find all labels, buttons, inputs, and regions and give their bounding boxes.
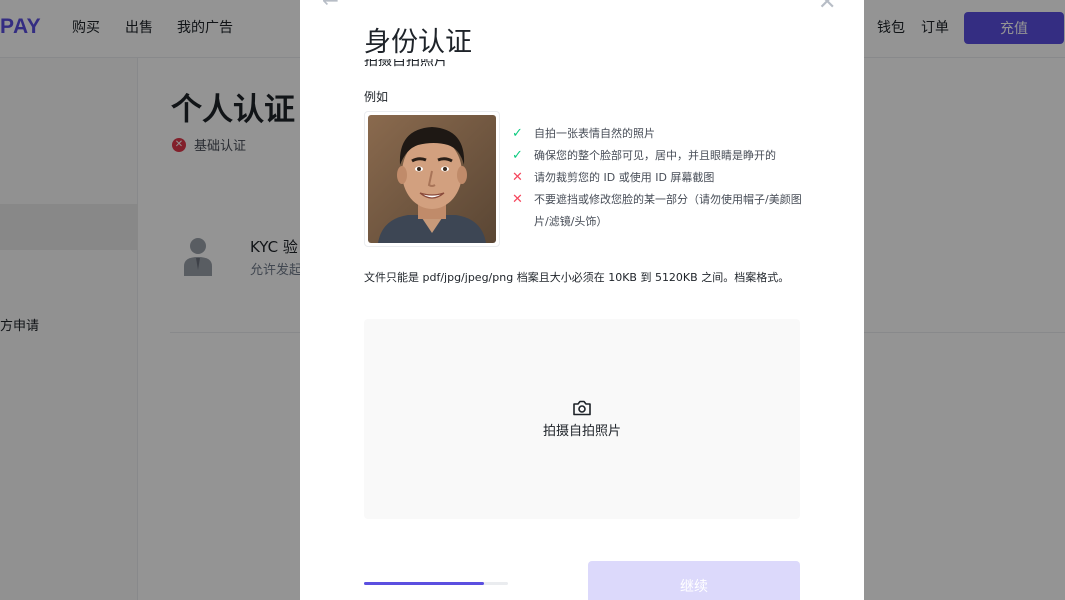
cross-icon: ✕ [512, 192, 523, 207]
example-photo-frame [364, 111, 500, 247]
step-progress-bar [364, 582, 508, 585]
requirement-item: ✓ 自拍一张表情自然的照片 [512, 123, 812, 145]
photo-requirements-list: ✓ 自拍一张表情自然的照片 ✓ 确保您的整个脸部可见，居中，并且眼睛是睁开的 ✕… [512, 123, 812, 233]
requirement-text: 自拍一张表情自然的照片 [534, 127, 655, 140]
requirement-text: 确保您的整个脸部可见，居中，并且眼睛是睁开的 [534, 149, 776, 162]
back-arrow-icon[interactable]: ← [322, 0, 339, 12]
close-icon[interactable]: ✕ [818, 0, 836, 15]
requirement-text: 不要遮挡或修改您脸的某一部分（请勿使用帽子/美颜图片/滤镜/头饰） [534, 193, 802, 228]
continue-button[interactable]: 继续 [588, 561, 800, 600]
requirement-item: ✓ 确保您的整个脸部可见，居中，并且眼睛是睁开的 [512, 145, 812, 167]
step-progress-fill [364, 582, 484, 585]
upload-label: 拍摄自拍照片 [542, 423, 621, 439]
requirement-item: ✕ 请勿裁剪您的 ID 或使用 ID 屏幕截图 [512, 167, 812, 189]
cross-icon: ✕ [512, 170, 523, 185]
modal-title: 身份认证 [364, 20, 482, 59]
example-selfie-image [368, 115, 496, 243]
check-icon: ✓ [512, 126, 523, 141]
requirement-item: ✕ 不要遮挡或修改您脸的某一部分（请勿使用帽子/美颜图片/滤镜/头饰） [512, 189, 812, 233]
example-label: 例如 [364, 90, 389, 104]
camera-icon [573, 400, 591, 415]
selfie-upload-area[interactable]: 拍摄自拍照片 [364, 319, 800, 519]
file-format-note: 文件只能是 pdf/jpg/jpeg/png 档案且大小必须在 10KB 到 5… [364, 271, 790, 284]
check-icon: ✓ [512, 148, 523, 163]
identity-verification-modal: ← ✕ 拍摄自拍照片 身份认证 例如 ✓ 自拍一张表情自然的照片 ✓ 确保您的整… [300, 0, 864, 600]
requirement-text: 请勿裁剪您的 ID 或使用 ID 屏幕截图 [534, 171, 715, 184]
